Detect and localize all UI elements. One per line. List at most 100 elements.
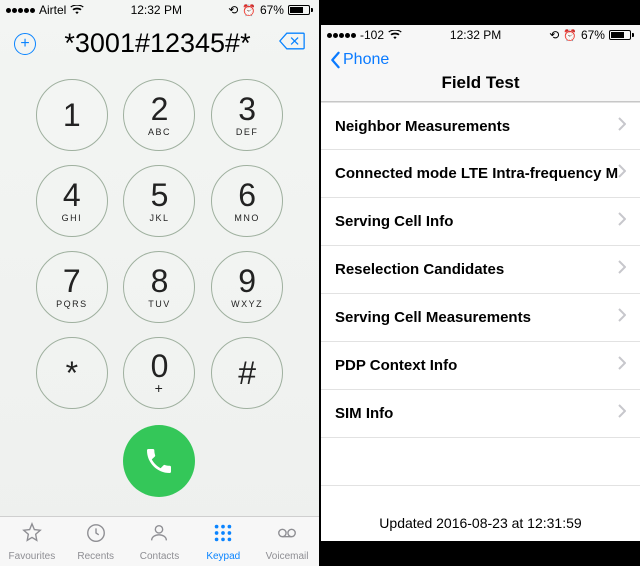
voicemail-icon [275, 522, 299, 549]
list-item[interactable]: Connected mode LTE Intra-frequency Meas [321, 150, 640, 198]
tab-label: Keypad [206, 551, 240, 562]
alarm-icon: ⏰ [242, 4, 256, 17]
chevron-left-icon [329, 51, 341, 69]
dial-input-row: + *3001#12345#* [0, 20, 319, 71]
phone-dialer-screen: Airtel 12:32 PM ⟲ ⏰ 67% + *3001#12345#* … [0, 0, 319, 566]
tab-voicemail[interactable]: Voicemail [255, 517, 319, 566]
tab-favourites[interactable]: Favourites [0, 517, 64, 566]
tab-label: Contacts [140, 551, 179, 562]
list-item[interactable]: SIM Info [321, 390, 640, 438]
keypad-key-3[interactable]: 3 DEF [211, 79, 283, 151]
keypad-key-0[interactable]: 0+ [123, 337, 195, 409]
keypad-key-9[interactable]: 9WXYZ [211, 251, 283, 323]
tab-label: Voicemail [266, 551, 309, 562]
keypad-key-#[interactable]: # [211, 337, 283, 409]
phone-icon [143, 445, 175, 477]
menu-list: Neighbor Measurements Connected mode LTE … [321, 102, 640, 507]
add-contact-button[interactable]: + [14, 33, 36, 55]
key-digit: 7 [63, 265, 81, 297]
signal-dbm: -102 [360, 28, 384, 42]
back-button[interactable]: Phone [329, 51, 632, 69]
wifi-icon [388, 30, 402, 40]
chevron-right-icon [618, 212, 626, 231]
key-letters: MNO [234, 213, 260, 223]
keypad-key-2[interactable]: 2 ABC [123, 79, 195, 151]
tab-keypad[interactable]: Keypad [191, 517, 255, 566]
list-item[interactable]: Reselection Candidates [321, 246, 640, 294]
tab-label: Favourites [9, 551, 56, 562]
contacts-icon [147, 522, 171, 549]
key-digit: 6 [238, 179, 256, 211]
key-letters: + [155, 380, 165, 396]
list-item-label: Neighbor Measurements [335, 118, 510, 135]
tab-bar: Favourites Recents Contacts Keypad Voicemail [0, 516, 319, 566]
entered-number: *3001#12345#* [64, 28, 250, 59]
nav-bar: Phone Field Test [321, 45, 640, 102]
keypad-key-1[interactable]: 1 [36, 79, 108, 151]
battery-icon [609, 30, 634, 40]
key-letters: GHI [62, 213, 83, 223]
status-bar: Airtel 12:32 PM ⟲ ⏰ 67% [0, 0, 319, 20]
page-title: Field Test [329, 73, 632, 93]
keypad-key-7[interactable]: 7 PQRS [36, 251, 108, 323]
list-item-label: Reselection Candidates [335, 261, 504, 278]
keypad-key-6[interactable]: 6 MNO [211, 165, 283, 237]
key-digit: 3 [238, 93, 256, 125]
key-letters: PQRS [56, 299, 88, 309]
letterbox-top [321, 0, 640, 25]
backspace-button[interactable] [279, 32, 305, 55]
list-item-label: Serving Cell Info [335, 213, 453, 230]
tab-label: Recents [77, 551, 114, 562]
key-digit: # [238, 357, 256, 389]
keypad-grid: 12ABC3DEF4GHI5JKL6MNO7PQRS8TUV9WXYZ*0+# [0, 71, 319, 497]
chevron-right-icon [618, 164, 626, 183]
tab-recents[interactable]: Recents [64, 517, 128, 566]
alarm-icon: ⏰ [563, 29, 577, 42]
clock: 12:32 PM [131, 3, 182, 17]
key-digit: 0 [151, 350, 169, 382]
key-digit: 2 [151, 93, 169, 125]
updated-footer: Updated 2016-08-23 at 12:31:59 [321, 507, 640, 541]
key-digit: 1 [63, 99, 81, 131]
recents-icon [84, 522, 108, 549]
signal-dots-icon [327, 33, 356, 38]
battery-percent: 67% [260, 3, 284, 17]
key-letters: DEF [236, 127, 259, 137]
key-letters: JKL [149, 213, 169, 223]
call-button[interactable] [123, 425, 195, 497]
key-digit: 5 [151, 179, 169, 211]
list-item[interactable]: PDP Context Info [321, 342, 640, 390]
list-item-label: SIM Info [335, 405, 393, 422]
key-letters: ABC [148, 127, 171, 137]
chevron-right-icon [618, 404, 626, 423]
battery-percent: 67% [581, 28, 605, 42]
list-item[interactable]: Serving Cell Info [321, 198, 640, 246]
key-digit: 9 [238, 265, 256, 297]
lock-icon: ⟲ [549, 28, 559, 42]
key-letters: TUV [148, 299, 171, 309]
list-item[interactable]: Neighbor Measurements [321, 102, 640, 150]
battery-icon [288, 5, 313, 15]
favourites-icon [20, 522, 44, 549]
signal-dots-icon [6, 8, 35, 13]
keypad-key-4[interactable]: 4 GHI [36, 165, 108, 237]
chevron-right-icon [618, 260, 626, 279]
back-label: Phone [343, 51, 389, 69]
wifi-icon [70, 5, 84, 15]
keypad-key-5[interactable]: 5 JKL [123, 165, 195, 237]
list-item-label: Connected mode LTE Intra-frequency Meas [335, 165, 618, 182]
keypad-key-8[interactable]: 8TUV [123, 251, 195, 323]
chevron-right-icon [618, 356, 626, 375]
lock-icon: ⟲ [228, 3, 238, 17]
tab-contacts[interactable]: Contacts [128, 517, 192, 566]
clock: 12:32 PM [450, 28, 501, 42]
letterbox-bottom [321, 541, 640, 566]
keypad-key-*[interactable]: * [36, 337, 108, 409]
key-digit: 4 [63, 179, 81, 211]
chevron-right-icon [618, 117, 626, 136]
list-item-label: PDP Context Info [335, 357, 457, 374]
keypad-icon [211, 522, 235, 549]
empty-row [321, 438, 640, 486]
carrier-label: Airtel [39, 3, 66, 17]
list-item[interactable]: Serving Cell Measurements [321, 294, 640, 342]
